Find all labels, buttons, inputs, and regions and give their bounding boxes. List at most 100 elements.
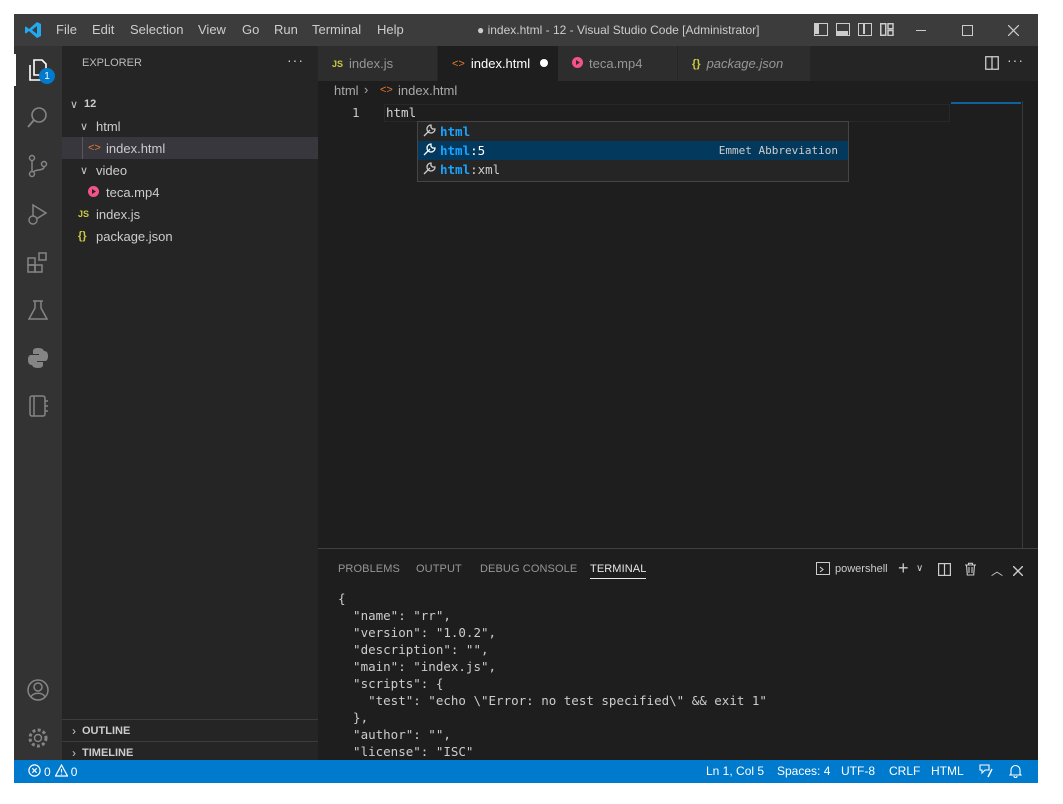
run-debug-icon[interactable] xyxy=(14,190,62,238)
timeline-label: TIMELINE xyxy=(82,747,134,759)
accounts-icon[interactable] xyxy=(14,666,62,714)
breadcrumb-folder[interactable]: html xyxy=(334,83,359,98)
problems-status[interactable]: 0 0 xyxy=(28,763,78,780)
menu-selection[interactable]: Selection xyxy=(130,22,183,37)
terminal-line: "scripts": { xyxy=(338,676,444,691)
explorer-badge: 1 xyxy=(39,68,55,84)
suggestion-match: html xyxy=(440,143,471,158)
panel-tab-terminal[interactable]: TERMINAL xyxy=(590,563,647,579)
chevron-down-icon: ∨ xyxy=(69,98,79,111)
split-editor-icon[interactable] xyxy=(985,56,999,70)
js-file-icon: JS xyxy=(78,209,90,219)
workspace-root[interactable]: ∨ 12 xyxy=(62,93,324,115)
suggestion-rest: :5 xyxy=(470,143,486,158)
terminal-shell-name[interactable]: powershell xyxy=(835,563,888,575)
terminal-line: "description": "", xyxy=(338,642,489,657)
cursor-position[interactable]: Ln 1, Col 5 xyxy=(706,764,764,778)
terminal-dropdown-chevron-icon[interactable]: ∨ xyxy=(916,563,923,574)
menu-terminal[interactable]: Terminal xyxy=(312,22,361,37)
tab-package-json-label: package.json xyxy=(706,56,784,71)
outline-section[interactable]: › OUTLINE xyxy=(62,720,324,742)
activity-bar: 1 xyxy=(14,46,62,760)
close-window-button[interactable] xyxy=(990,14,1036,46)
tree-file-index-js[interactable]: JS index.js xyxy=(62,203,334,225)
search-icon[interactable] xyxy=(14,94,62,142)
suggestion-rest: :xml xyxy=(470,162,501,177)
sidebar-more-button[interactable]: ··· xyxy=(287,52,304,68)
panel-tab-output[interactable]: OUTPUT xyxy=(416,563,462,575)
toggle-sidebar-icon[interactable] xyxy=(814,23,828,36)
tree-folder-video-label: video xyxy=(96,162,128,178)
suggestion-item[interactable]: html :xml xyxy=(418,160,848,179)
suggestion-detail: Emmet Abbreviation xyxy=(718,144,838,157)
panel-tab-debug-console[interactable]: DEBUG CONSOLE xyxy=(480,563,577,575)
terminal-line: }, xyxy=(338,710,369,725)
wrench-icon xyxy=(418,123,440,140)
minimize-button[interactable] xyxy=(898,14,944,46)
current-line-highlight xyxy=(384,104,950,122)
suggestion-item[interactable]: html xyxy=(418,122,848,141)
breadcrumb-file[interactable]: index.html xyxy=(398,83,457,98)
indentation[interactable]: Spaces: 4 xyxy=(777,764,830,778)
editor-more-button[interactable]: ··· xyxy=(1007,52,1024,68)
html-file-icon: <> xyxy=(452,57,465,70)
source-control-icon[interactable] xyxy=(14,142,62,190)
testing-flask-icon[interactable] xyxy=(14,286,62,334)
explorer-icon[interactable]: 1 xyxy=(14,46,62,94)
terminal-output[interactable]: { "name": "rr", "version": "1.0.2", "des… xyxy=(338,591,767,761)
tab-teca-mp4[interactable]: teca.mp4 xyxy=(558,46,678,81)
error-icon xyxy=(28,764,41,780)
minimap-viewport[interactable] xyxy=(951,102,1021,104)
menu-run[interactable]: Run xyxy=(274,22,298,37)
workspace-root-label: 12 xyxy=(84,98,97,110)
notifications-bell-icon[interactable] xyxy=(1008,764,1023,781)
tab-index-js-label: index.js xyxy=(349,56,394,71)
tree-folder-video[interactable]: ∨ video xyxy=(62,159,334,181)
html-file-icon: <> xyxy=(88,142,101,154)
tree-file-teca-mp4[interactable]: teca.mp4 xyxy=(62,181,344,203)
terminal-line: { xyxy=(338,591,346,606)
menu-go[interactable]: Go xyxy=(242,22,259,37)
error-count: 0 xyxy=(44,765,51,779)
panel-tab-problems[interactable]: PROBLEMS xyxy=(338,563,400,575)
kill-terminal-trash-icon[interactable] xyxy=(964,562,977,576)
menu-view[interactable]: View xyxy=(198,22,226,37)
close-panel-icon[interactable] xyxy=(1012,564,1024,577)
tree-folder-html[interactable]: ∨ html xyxy=(62,115,334,137)
tree-file-package-json[interactable]: {} package.json xyxy=(62,225,334,247)
encoding[interactable]: UTF-8 xyxy=(841,764,875,778)
language-mode[interactable]: HTML xyxy=(931,764,964,778)
notebook-icon[interactable] xyxy=(14,382,62,430)
end-of-line[interactable]: CRLF xyxy=(889,764,920,778)
tree-file-index-html[interactable]: <> index.html xyxy=(62,137,342,159)
tab-index-html[interactable]: <> index.html xyxy=(438,46,558,81)
suggestion-item-selected[interactable]: html :5 Emmet Abbreviation xyxy=(418,141,848,160)
code-line[interactable]: html xyxy=(386,105,416,120)
suggestion-match: html xyxy=(440,124,471,139)
scrollbar-track[interactable] xyxy=(1022,101,1023,548)
tab-index-js[interactable]: JS index.js xyxy=(318,46,438,81)
settings-gear-icon[interactable] xyxy=(14,714,62,762)
video-file-icon xyxy=(88,185,104,200)
maximize-panel-chevron-up-icon[interactable]: ︿ xyxy=(991,562,1003,579)
background-app-toolbar xyxy=(0,0,1063,14)
maximize-button[interactable] xyxy=(944,14,990,46)
new-terminal-plus-icon[interactable]: + xyxy=(898,558,909,579)
menu-file[interactable]: File xyxy=(56,22,77,37)
toggle-secondary-sidebar-icon[interactable] xyxy=(858,23,872,36)
customize-layout-icon[interactable] xyxy=(880,23,894,37)
unsaved-dot-icon[interactable] xyxy=(540,59,548,67)
tree-file-index-html-label: index.html xyxy=(106,140,166,156)
extensions-icon[interactable] xyxy=(14,238,62,286)
json-file-icon: {} xyxy=(692,57,701,70)
menu-edit[interactable]: Edit xyxy=(92,22,114,37)
feedback-icon[interactable] xyxy=(979,764,994,781)
menu-help[interactable]: Help xyxy=(377,22,404,37)
python-icon[interactable] xyxy=(14,334,62,382)
toggle-panel-icon[interactable] xyxy=(836,23,850,36)
split-terminal-icon[interactable] xyxy=(938,563,952,577)
bottom-panel: PROBLEMS OUTPUT DEBUG CONSOLE TERMINAL p… xyxy=(318,548,1038,761)
tab-package-json[interactable]: {} package.json xyxy=(678,46,810,81)
warning-count: 0 xyxy=(70,765,78,779)
chevron-right-icon: › xyxy=(72,746,76,760)
